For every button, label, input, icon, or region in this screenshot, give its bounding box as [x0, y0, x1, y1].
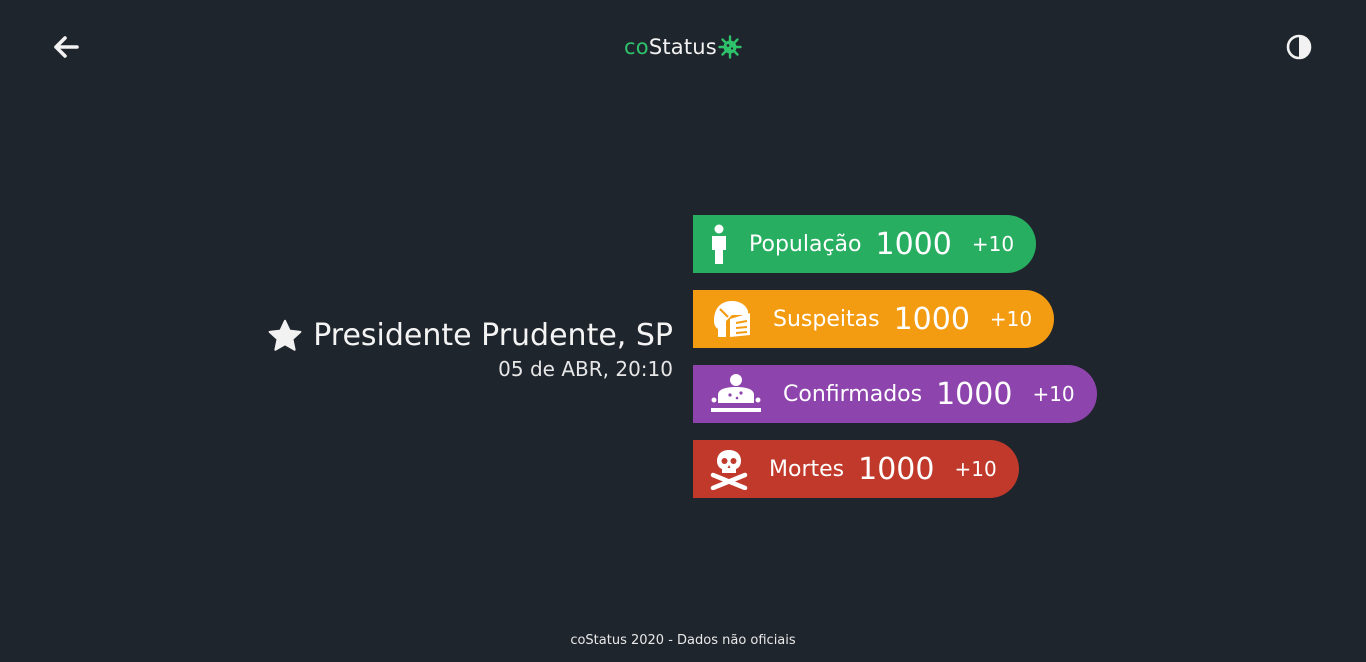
theme-toggle-button[interactable] [1284, 32, 1314, 62]
page: co Status Presidente Prudente, SP 05 de … [0, 0, 1366, 662]
stat-label: Mortes [769, 456, 845, 482]
sick-person-icon [693, 365, 779, 423]
stat-populacao: População 1000 +10 [693, 215, 1037, 273]
brand-prefix: co [624, 35, 649, 59]
stat-mortes: Mortes 1000 +10 [693, 440, 1019, 498]
stat-value: 1000 [936, 376, 1013, 412]
brand-logo: co Status [0, 32, 1366, 62]
masked-head-icon [693, 290, 769, 348]
stat-suspeitas: Suspeitas 1000 +10 [693, 290, 1055, 348]
person-icon [693, 215, 745, 273]
favorite-button[interactable] [267, 319, 303, 353]
last-updated: 05 de ABR, 20:10 [498, 357, 673, 381]
stat-delta: +10 [954, 457, 997, 481]
brand-suffix: Status [648, 35, 717, 59]
stat-value: 1000 [858, 451, 935, 487]
stat-value: 1000 [893, 301, 970, 337]
stat-confirmados: Confirmados 1000 +10 [693, 365, 1097, 423]
stat-delta: +10 [1032, 382, 1075, 406]
stat-delta: +10 [971, 232, 1015, 256]
star-icon [268, 319, 302, 351]
stat-value: 1000 [875, 226, 952, 262]
footer-text: coStatus 2020 - Dados não oficiais [570, 633, 796, 648]
location-info: Presidente Prudente, SP 05 de ABR, 20:10 [267, 318, 673, 381]
stat-label: Suspeitas [773, 306, 880, 332]
location-name: Presidente Prudente, SP [313, 318, 673, 353]
stats-list: População 1000 +10 Suspeitas 1000 +10 Co… [693, 215, 1097, 515]
skull-crossbones-icon [693, 440, 765, 498]
virus-icon [718, 35, 742, 59]
stat-delta: +10 [989, 307, 1033, 331]
stat-label: Confirmados [783, 381, 923, 407]
stat-label: População [749, 231, 862, 257]
contrast-icon [1286, 34, 1312, 60]
